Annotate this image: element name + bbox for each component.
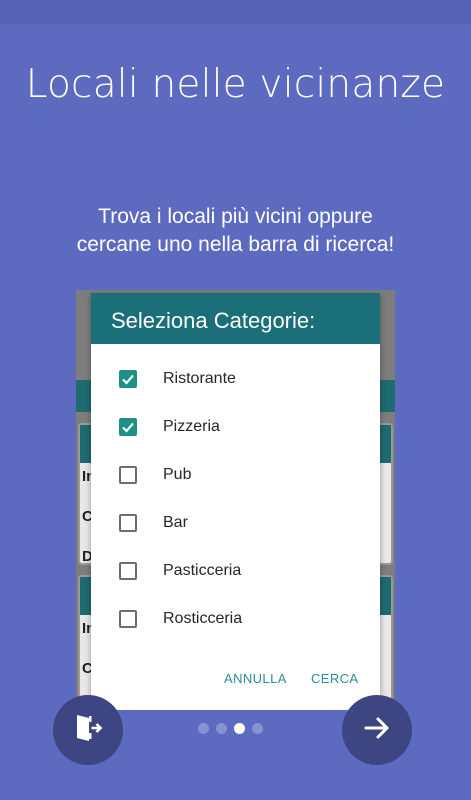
option-pub[interactable]: Pub bbox=[91, 455, 380, 495]
next-button[interactable] bbox=[342, 695, 412, 765]
subtitle-line-1: Trova i locali più vicini oppure bbox=[98, 205, 373, 228]
option-label: Rosticceria bbox=[163, 610, 243, 627]
page-indicator bbox=[198, 723, 263, 734]
option-pizzeria[interactable]: Pizzeria bbox=[91, 407, 380, 447]
checkbox-checked-icon[interactable] bbox=[119, 418, 137, 436]
exit-button[interactable] bbox=[53, 695, 123, 765]
page-dot bbox=[252, 723, 263, 734]
page-title: Locali nelle vicinanze bbox=[25, 62, 446, 107]
search-button[interactable]: CERCA bbox=[311, 671, 359, 686]
category-dialog: Seleziona Categorie: Ristorante Pizzeria… bbox=[91, 293, 380, 710]
checkbox-checked-icon[interactable] bbox=[119, 370, 137, 388]
page-dot-active bbox=[234, 723, 245, 734]
subtitle-line-2: cercane uno nella barra di ricerca! bbox=[76, 233, 395, 256]
status-bar bbox=[0, 0, 471, 24]
option-label: Pub bbox=[163, 466, 192, 483]
page-dot bbox=[198, 723, 209, 734]
option-bar[interactable]: Bar bbox=[91, 503, 380, 543]
option-label: Pizzeria bbox=[163, 418, 220, 435]
dialog-title: Seleziona Categorie: bbox=[91, 293, 380, 344]
option-label: Ristorante bbox=[163, 370, 236, 387]
exit-door-icon bbox=[72, 712, 104, 749]
option-label: Pasticceria bbox=[163, 562, 242, 579]
option-rosticceria[interactable]: Rosticceria bbox=[91, 599, 380, 639]
cancel-button[interactable]: ANNULLA bbox=[224, 671, 287, 686]
option-ristorante[interactable]: Ristorante bbox=[91, 359, 380, 399]
checkbox-unchecked-icon[interactable] bbox=[119, 514, 137, 532]
option-pasticceria[interactable]: Pasticceria bbox=[91, 551, 380, 591]
checkbox-unchecked-icon[interactable] bbox=[119, 610, 137, 628]
option-label: Bar bbox=[163, 514, 188, 531]
checkbox-unchecked-icon[interactable] bbox=[119, 562, 137, 580]
arrow-right-icon bbox=[361, 712, 393, 749]
page-dot bbox=[216, 723, 227, 734]
app-screenshot: In C D In C Seleziona Categorie: Ristora… bbox=[76, 290, 395, 710]
page-subtitle: Trova i locali più vicini oppure cercane… bbox=[20, 203, 451, 259]
checkbox-unchecked-icon[interactable] bbox=[119, 466, 137, 484]
